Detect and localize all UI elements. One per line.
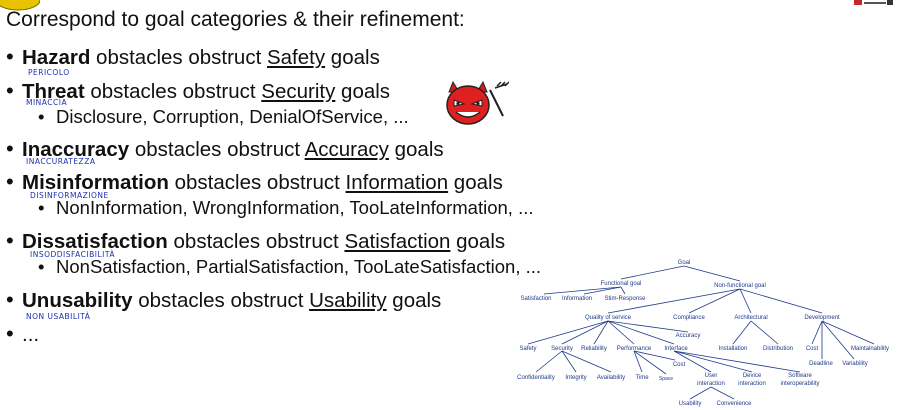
node-device-interaction-line2: interaction: [738, 381, 766, 387]
obstacle-name: Hazard: [22, 46, 91, 69]
bullet-tail: goals: [325, 46, 380, 69]
bullet-ellipsis: •...: [6, 321, 39, 347]
node-space: Space: [659, 376, 673, 382]
node-reliability: Reliability: [581, 346, 607, 352]
handwritten-note-dissatisfaction: INSODDISFACIBILITÀ: [30, 250, 115, 259]
bullet-text: ...: [22, 323, 40, 346]
bullet-text: obstacles obstruct: [90, 46, 267, 69]
bullet-dot: •: [6, 321, 14, 346]
node-development: Development: [804, 315, 840, 321]
bullet-text: obstacles obstruct: [129, 138, 305, 161]
bullet-dot: •: [6, 287, 14, 312]
goal-taxonomy-diagram: Goal Functional goal Non-functional goal…: [517, 260, 889, 407]
goal-name: Satisfaction: [344, 230, 451, 253]
goal-name: Information: [345, 171, 449, 194]
sub-bullet-misinformation: • NonInformation, WrongInformation, TooLa…: [38, 197, 534, 219]
bullet-dot: •: [6, 136, 14, 161]
bullet-tail: goals: [450, 230, 506, 253]
corner-logo-right: [854, 0, 893, 5]
sub-bullet-dot: •: [38, 106, 45, 127]
bullet-tail: goals: [335, 80, 391, 103]
node-stim-response: Stim-Response: [604, 296, 646, 302]
sub-bullet-dissatisfaction: • NonSatisfaction, PartialSatisfaction, T…: [38, 256, 541, 278]
goal-name: Accuracy: [304, 138, 389, 161]
node-security: Security: [551, 346, 573, 352]
bullet-text: obstacles obstruct: [167, 230, 345, 253]
node-installation: Installation: [719, 346, 748, 352]
node-information: Information: [562, 296, 592, 302]
node-integrity: Integrity: [565, 375, 586, 381]
bullet-hazard: • Hazard obstacles obstruct Safety goals: [6, 44, 380, 70]
bullet-dot: •: [6, 78, 14, 103]
node-deadline: Deadline: [809, 361, 833, 367]
tree-nodes: Goal Functional goal Non-functional goal…: [517, 260, 889, 407]
bullet-unusability: • Unusability obstacles obstruct Usabilit…: [6, 287, 441, 313]
sub-bullet-text: NonSatisfaction, PartialSatisfaction, To…: [56, 256, 542, 277]
node-convenience: Convenience: [716, 401, 752, 407]
node-accuracy: Accuracy: [676, 333, 701, 339]
handwritten-note-disclosure: MINACCIA: [26, 98, 68, 107]
sub-bullet-text: NonInformation, WrongInformation, TooLat…: [56, 197, 534, 218]
node-user-interaction-line2: interaction: [697, 381, 725, 387]
bullet-dot: •: [6, 169, 14, 194]
node-confidentiality: Confidentiality: [517, 375, 555, 381]
node-user-interaction-line1: User: [705, 373, 718, 379]
bullet-text: obstacles obstruct: [84, 80, 262, 103]
sub-bullet-dot: •: [38, 197, 45, 218]
slide-heading: Correspond to goal categories & their re…: [6, 8, 465, 31]
node-satisfaction: Satisfaction: [520, 296, 551, 302]
goal-name: Security: [261, 80, 336, 103]
node-maintainability: Maintainability: [851, 346, 889, 352]
node-goal: Goal: [678, 260, 691, 266]
node-distribution: Distribution: [763, 346, 793, 352]
goal-name: Usability: [309, 289, 387, 312]
handwritten-note-inaccuracy: INACCURATEZZA: [26, 157, 96, 166]
node-quality-of-service: Quality of service: [585, 315, 632, 321]
bullet-dot: •: [6, 44, 14, 69]
sub-bullet-text: Disclosure, Corruption, DenialOfService,…: [56, 106, 409, 127]
node-availability: Availability: [597, 375, 625, 381]
bullet-tail: goals: [448, 171, 503, 194]
node-non-functional-goal: Non-functional goal: [714, 283, 766, 289]
bullet-tail: goals: [386, 289, 442, 312]
node-device-interaction-line1: Device: [743, 373, 762, 379]
bullet-tail: goals: [388, 138, 444, 161]
obstacle-name: Unusability: [22, 289, 133, 312]
devil-illustration: [446, 80, 509, 125]
node-compliance: Compliance: [673, 315, 705, 321]
node-software-interop-line2: interoperability: [780, 381, 819, 387]
node-interface: Interface: [664, 346, 688, 352]
node-performance: Performance: [617, 346, 652, 352]
handwritten-note-misinformation: DISINFORMAZIONE: [30, 191, 109, 200]
sub-bullet-threat: • Disclosure, Corruption, DenialOfService…: [38, 106, 409, 128]
node-functional-goal: Functional goal: [601, 281, 642, 287]
bullet-text: obstacles obstruct: [132, 289, 310, 312]
node-safety: Safety: [519, 346, 536, 352]
handwritten-note-unusability: NON USABILITÀ: [26, 312, 91, 321]
bullet-text: obstacles obstruct: [168, 171, 346, 194]
node-cost-development: Cost: [806, 346, 819, 352]
node-variability: Variability: [842, 361, 868, 367]
goal-name: Safety: [266, 46, 326, 69]
node-architectural: Architectural: [734, 315, 767, 321]
bullet-dot: •: [6, 228, 14, 253]
node-time: Time: [635, 375, 649, 381]
node-software-interop-line1: Software: [788, 373, 812, 379]
handwritten-note-threat: PERICOLO: [28, 68, 70, 77]
node-cost-performance: Cost: [673, 362, 686, 368]
sub-bullet-dot: •: [38, 256, 45, 277]
node-usability: Usability: [679, 401, 702, 407]
